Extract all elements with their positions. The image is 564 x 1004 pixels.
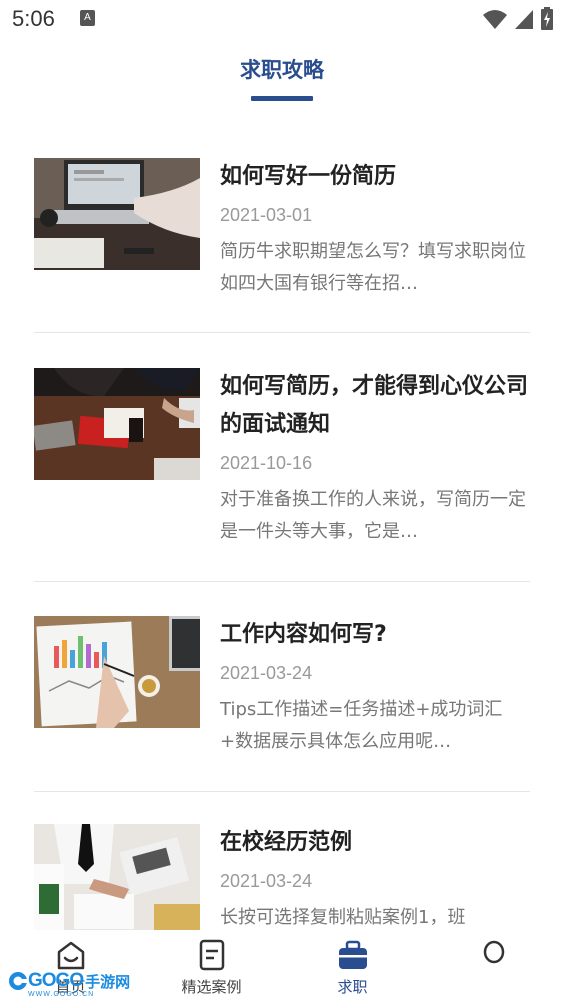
page-title: 求职攻略	[240, 58, 324, 82]
watermark-brand: GOGO	[28, 970, 84, 991]
article-title: 如何写好一份简历	[220, 164, 397, 189]
article-thumbnail	[34, 824, 200, 930]
article-summary: 简历牛求职期望怎么写？填写求职岗位如四大国有银行等在招…	[220, 241, 526, 294]
notification-icon: A	[80, 10, 95, 26]
watermark-url: WWW.GOGO.CN	[28, 991, 95, 998]
article-info: 如何写简历，才能得到心仪公司的面试通知 2021-10-16 对于准备换工作的人…	[220, 368, 530, 548]
divider	[34, 581, 530, 582]
article-summary: 对于准备换工作的人来说，写简历一定是一件头等大事，它是…	[220, 489, 526, 542]
article-title: 在校经历范例	[220, 830, 353, 855]
status-bar: 5:06 A	[0, 0, 564, 40]
briefcase-icon	[339, 940, 367, 969]
title-underline	[251, 96, 313, 101]
profile-icon	[483, 940, 505, 964]
divider	[34, 332, 530, 333]
article-date: 2021-03-24	[220, 871, 313, 891]
article-thumbnail	[34, 158, 200, 270]
article-info: 在校经历范例 2021-03-24 长按可选择复制粘贴案例1，班	[220, 824, 530, 930]
wifi-icon	[483, 10, 507, 29]
article-info: 工作内容如何写? 2021-03-24 Tips工作描述=任务描述+成功词汇+数…	[220, 616, 530, 758]
watermark-text: 手游网	[85, 972, 131, 991]
article-item[interactable]: 如何写好一份简历 2021-03-01 简历牛求职期望怎么写？填写求职岗位如四大…	[34, 158, 530, 308]
article-date: 2021-03-01	[220, 205, 313, 225]
article-item[interactable]: 如何写简历，才能得到心仪公司的面试通知 2021-10-16 对于准备换工作的人…	[34, 368, 530, 558]
article-title: 如何写简历，才能得到心仪公司的面试通知	[220, 374, 529, 437]
watermark-logo: GOGO 手游网 WWW.GOGO.CN	[8, 965, 131, 998]
article-title: 工作内容如何写?	[220, 622, 387, 647]
tab-label: 求职	[337, 978, 368, 996]
watermark-icon	[9, 972, 27, 990]
article-summary: 长按可选择复制粘贴案例1，班	[220, 907, 466, 928]
article-date: 2021-10-16	[220, 453, 313, 473]
tab-label: 精选案例	[181, 978, 242, 996]
article-list: 如何写好一份简历 2021-03-01 简历牛求职期望怎么写？填写求职岗位如四大…	[0, 118, 564, 930]
signal-icon	[515, 10, 533, 29]
article-thumbnail	[34, 368, 200, 480]
tab-job-search[interactable]: 求职	[282, 930, 423, 1004]
article-item[interactable]: 工作内容如何写? 2021-03-24 Tips工作描述=任务描述+成功词汇+数…	[34, 616, 530, 776]
article-info: 如何写好一份简历 2021-03-01 简历牛求职期望怎么写？填写求职岗位如四大…	[220, 158, 530, 300]
battery-icon	[541, 7, 553, 30]
article-thumbnail	[34, 616, 200, 728]
article-summary: Tips工作描述=任务描述+成功词汇+数据展示具体怎么应用呢…	[220, 699, 503, 752]
status-icons	[482, 7, 554, 31]
article-item[interactable]: 在校经历范例 2021-03-24 长按可选择复制粘贴案例1，班	[34, 824, 530, 930]
document-icon	[199, 939, 225, 971]
tab-profile[interactable]	[423, 930, 564, 1004]
article-date: 2021-03-24	[220, 663, 313, 683]
status-time: 5:06	[12, 6, 55, 31]
tab-featured-cases[interactable]: 精选案例	[141, 930, 282, 1004]
page-header: 求职攻略	[0, 40, 564, 118]
divider	[34, 791, 530, 792]
